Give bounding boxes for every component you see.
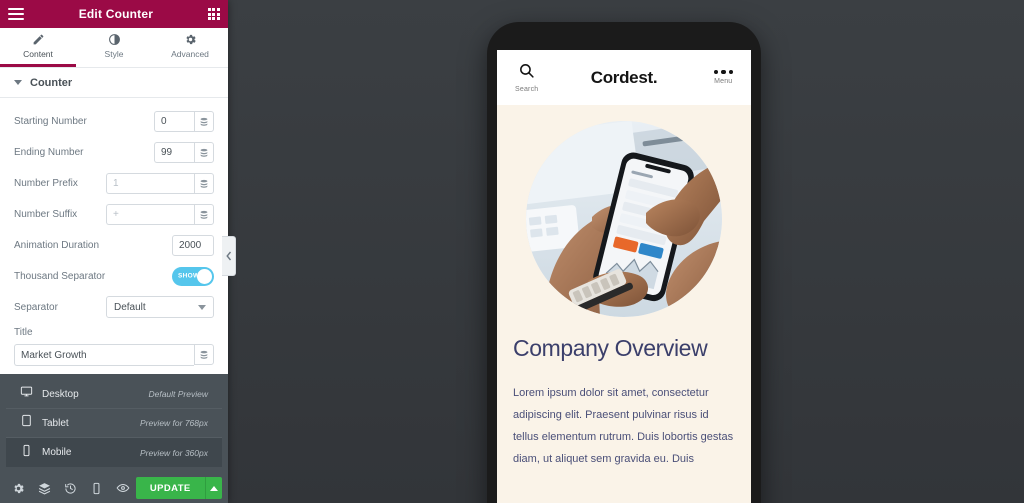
panel-tabs: Content Style Advanced (0, 28, 228, 68)
panel-header: Edit Counter (0, 0, 228, 28)
dynamic-tags-icon[interactable] (194, 173, 214, 194)
panel-title: Edit Counter (78, 7, 154, 21)
panel-footer-toolbar: UPDATE (0, 473, 228, 503)
device-hint: Preview for 768px (139, 418, 208, 428)
mobile-icon (20, 444, 33, 462)
panel-collapse-handle[interactable] (222, 236, 236, 276)
site-brand-logo[interactable]: Cordest. (497, 68, 751, 88)
tab-content-label: Content (23, 49, 53, 59)
control-thousand-separator: Thousand Separator SHOW (0, 261, 228, 291)
navigator-layers-icon[interactable] (32, 473, 58, 503)
preview-eye-icon[interactable] (110, 473, 136, 503)
control-label: Thousand Separator (14, 270, 106, 282)
responsive-preview-panel: Desktop Default Preview Tablet Preview f… (0, 374, 228, 473)
device-name: Tablet (42, 417, 69, 429)
separator-select[interactable]: Default (106, 296, 214, 318)
animation-duration-input[interactable]: 2000 (172, 235, 214, 256)
title-input[interactable]: Market Growth (14, 344, 194, 366)
tab-advanced-label: Advanced (171, 49, 209, 59)
chevron-left-icon (225, 251, 231, 261)
chevron-down-icon (14, 80, 22, 85)
number-suffix-input[interactable]: + (106, 204, 194, 225)
dynamic-tags-icon[interactable] (194, 344, 214, 365)
caret-up-icon (209, 485, 218, 491)
preview-screen: Search Cordest. Menu Company Overview Lo… (497, 50, 751, 503)
control-label: Number Prefix (14, 178, 78, 189)
device-row-tablet[interactable]: Tablet Preview for 768px (6, 409, 222, 438)
toggle-knob (197, 268, 212, 284)
control-label: Animation Duration (14, 240, 100, 251)
hero-section (497, 105, 751, 317)
grid-apps-icon[interactable] (207, 7, 220, 21)
tab-advanced[interactable]: Advanced (152, 28, 228, 67)
history-clock-icon[interactable] (58, 473, 84, 503)
separator-select-value: Default (114, 301, 146, 313)
device-hint: Default Preview (148, 389, 208, 399)
control-label: Title (14, 327, 33, 338)
control-label: Starting Number (14, 116, 87, 127)
device-row-desktop[interactable]: Desktop Default Preview (6, 380, 222, 409)
editor-root: Search Cordest. Menu Company Overview Lo… (0, 0, 1024, 503)
section-header-counter[interactable]: Counter (0, 68, 228, 98)
thousand-separator-toggle[interactable]: SHOW (172, 266, 214, 286)
desktop-icon (20, 385, 33, 403)
pencil-icon (32, 33, 45, 46)
gear-icon (184, 33, 197, 46)
control-title: Title Market Growth (0, 323, 228, 366)
control-label: Separator (14, 301, 58, 313)
editor-panel: Edit Counter Content Style Advanced Coun… (0, 0, 228, 503)
mobile-preview-frame: Search Cordest. Menu Company Overview Lo… (487, 22, 761, 503)
site-header: Search Cordest. Menu (497, 50, 751, 105)
device-list: Desktop Default Preview Tablet Preview f… (6, 380, 222, 467)
dynamic-tags-icon[interactable] (194, 204, 214, 225)
control-ending-number: Ending Number 99 (0, 137, 228, 168)
control-animation-duration: Animation Duration 2000 (0, 230, 228, 261)
dynamic-tags-icon[interactable] (194, 142, 214, 163)
chevron-down-icon (198, 304, 206, 310)
control-number-prefix: Number Prefix 1 (0, 168, 228, 199)
starting-number-input[interactable]: 0 (154, 111, 194, 132)
device-name: Desktop (42, 388, 79, 400)
controls-container: Starting Number 0 Ending Number 99 Numbe… (0, 98, 228, 374)
tab-style[interactable]: Style (76, 28, 152, 67)
control-number-suffix: Number Suffix + (0, 199, 228, 230)
hamburger-icon[interactable] (8, 8, 24, 20)
device-row-mobile[interactable]: Mobile Preview for 360px (6, 438, 222, 467)
preview-section-title: Company Overview (513, 335, 708, 361)
device-hint: Preview for 360px (139, 447, 208, 458)
responsive-mobile-icon[interactable] (84, 473, 110, 503)
preview-body-text: Lorem ipsum dolor sit amet, consectetur … (513, 387, 734, 465)
device-name: Mobile (42, 447, 72, 458)
control-label: Number Suffix (14, 209, 78, 220)
update-button[interactable]: UPDATE (135, 477, 205, 499)
tablet-icon (20, 414, 33, 432)
control-separator: Separator Default (0, 291, 228, 323)
control-label: Ending Number (14, 147, 84, 158)
tab-style-label: Style (104, 49, 124, 59)
control-starting-number: Starting Number 0 (0, 106, 228, 137)
number-prefix-input[interactable]: 1 (106, 173, 194, 194)
settings-gear-icon[interactable] (6, 473, 32, 503)
tab-content[interactable]: Content (0, 28, 76, 67)
update-options-button[interactable] (204, 477, 222, 499)
hero-circle-image (526, 121, 722, 317)
ending-number-input[interactable]: 99 (154, 142, 194, 163)
contrast-circle-icon (108, 33, 121, 46)
dynamic-tags-icon[interactable] (194, 111, 214, 132)
section-title: Counter (30, 76, 73, 89)
